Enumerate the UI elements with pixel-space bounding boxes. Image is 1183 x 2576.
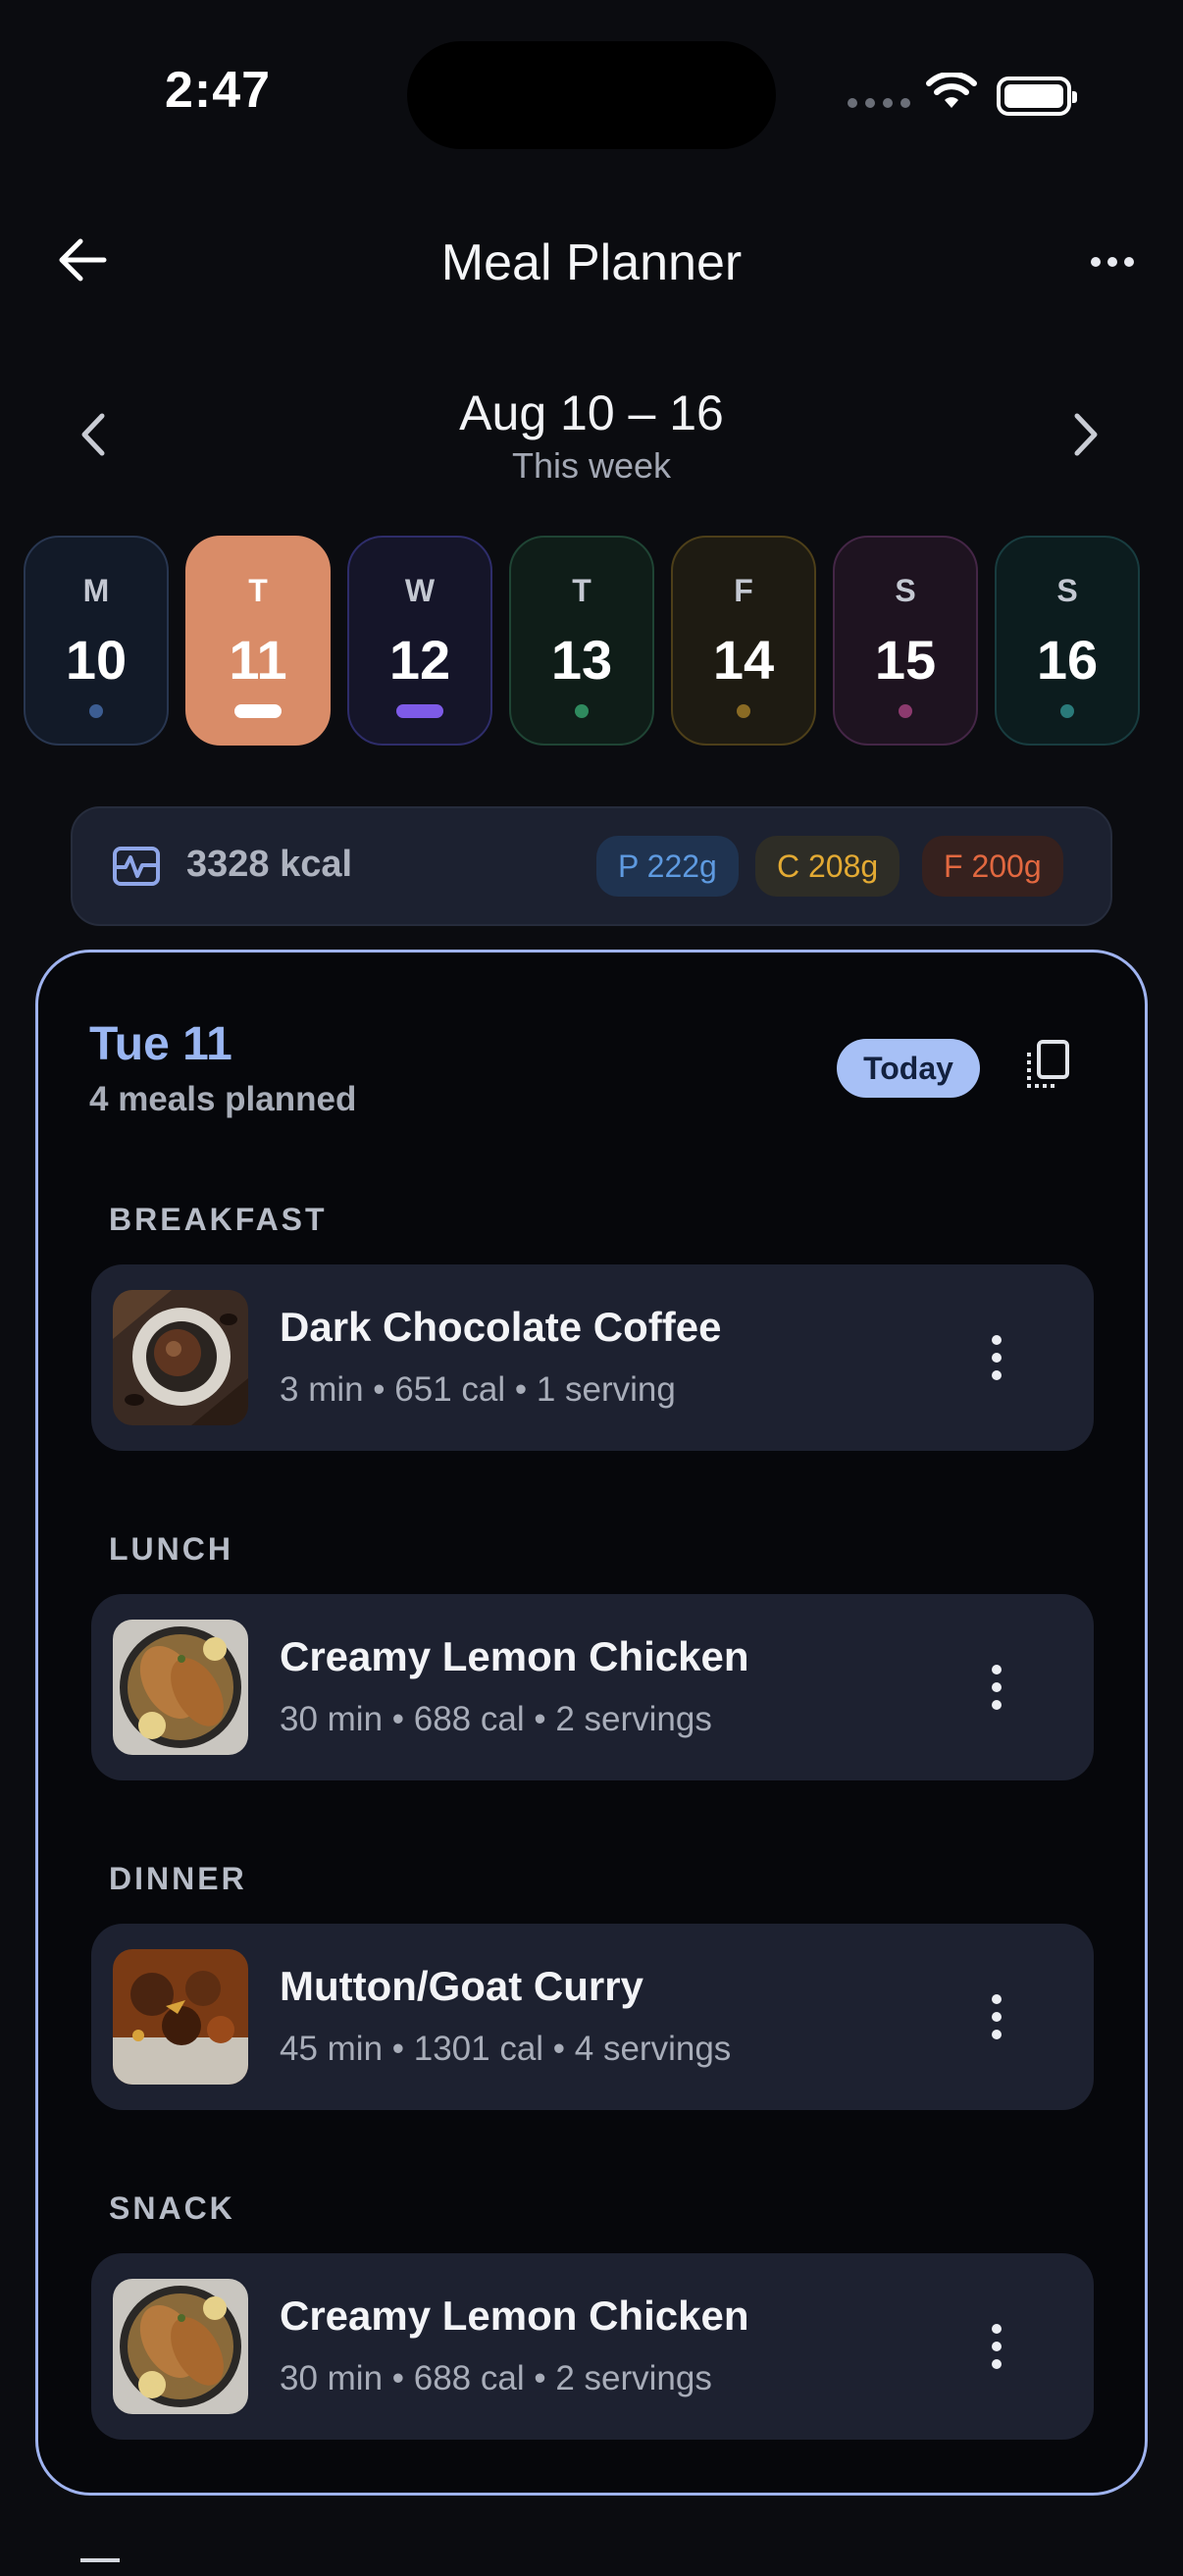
day-chip-sun[interactable]: S 16: [995, 536, 1140, 746]
day-chip-wed[interactable]: W 12: [347, 536, 492, 746]
nutrition-summary[interactable]: 3328 kcal P 222g C 208g F 200g: [71, 806, 1112, 926]
meal-options-kebab-icon[interactable]: [992, 1335, 1003, 1388]
day-number: 13: [550, 629, 613, 691]
section-label-snack: SNACK: [109, 2190, 235, 2226]
meal-thumbnail-goat-curry: [113, 1949, 248, 2085]
day-indicator-dot: [89, 704, 103, 718]
section-label-lunch: LUNCH: [109, 1531, 233, 1567]
day-indicator-dot: [737, 704, 750, 718]
day-number: 10: [65, 629, 128, 691]
copy-day-icon[interactable]: [1025, 1039, 1070, 1090]
day-chip-sat[interactable]: S 15: [833, 536, 978, 746]
day-letter: S: [1056, 573, 1078, 608]
meals-planned-count: 4 meals planned: [89, 1080, 357, 1118]
next-week-chevron-icon[interactable]: [1073, 412, 1099, 457]
meal-card-dinner[interactable]: Mutton/Goat Curry 45 min • 1301 cal • 4 …: [91, 1924, 1094, 2110]
meal-options-kebab-icon[interactable]: [992, 2324, 1003, 2377]
day-indicator-dot: [575, 704, 589, 718]
section-label-breakfast: BREAKFAST: [109, 1202, 328, 1237]
battery-icon: [997, 77, 1077, 116]
day-indicator-dot: [1060, 704, 1074, 718]
day-chip-mon[interactable]: M 10: [24, 536, 169, 746]
day-chip-fri[interactable]: F 14: [671, 536, 816, 746]
section-label-dinner: DINNER: [109, 1861, 247, 1896]
meal-card-snack[interactable]: Creamy Lemon Chicken 30 min • 688 cal • …: [91, 2253, 1094, 2440]
day-letter: M: [82, 573, 110, 608]
day-indicator-bar: [234, 704, 282, 718]
day-number: 11: [229, 629, 287, 691]
week-range: Aug 10 – 16: [459, 386, 724, 440]
carbs-badge: C 208g: [755, 836, 900, 897]
meal-meta: 45 min • 1301 cal • 4 servings: [280, 2030, 732, 2068]
day-meals-card: Tue 11 4 meals planned Today BREAKFAST D…: [35, 950, 1148, 2496]
today-badge: Today: [837, 1039, 980, 1098]
meal-thumbnail-lemon-chicken: [113, 1620, 248, 1755]
day-chip-tue[interactable]: T 11: [185, 536, 331, 746]
total-kcal: 3328 kcal: [186, 844, 353, 885]
dynamic-island: [407, 41, 776, 149]
meal-name: Mutton/Goat Curry: [280, 1963, 643, 2009]
day-chip-thu[interactable]: T 13: [509, 536, 654, 746]
day-indicator-dot: [899, 704, 912, 718]
meal-meta: 3 min • 651 cal • 1 serving: [280, 1370, 676, 1409]
day-letter: W: [404, 573, 436, 608]
day-number: 12: [388, 629, 451, 691]
week-subtitle: This week: [511, 445, 672, 486]
meal-thumbnail-lemon-chicken: [113, 2279, 248, 2414]
day-card-title: Tue 11: [89, 1018, 232, 1070]
day-letter: F: [734, 573, 753, 608]
meal-name: Creamy Lemon Chicken: [280, 1633, 749, 1679]
day-selector: M 10 T 11 W 12 T 13 F 14 S 15 S 16: [24, 536, 1159, 747]
meal-thumbnail-coffee: [113, 1290, 248, 1425]
day-letter: T: [248, 573, 268, 608]
meal-card-breakfast[interactable]: Dark Chocolate Coffee 3 min • 651 cal • …: [91, 1264, 1094, 1451]
list-icon: [80, 2558, 120, 2576]
meal-meta: 30 min • 688 cal • 2 servings: [280, 2359, 712, 2397]
meal-card-lunch[interactable]: Creamy Lemon Chicken 30 min • 688 cal • …: [91, 1594, 1094, 1780]
more-options-icon[interactable]: [1091, 257, 1134, 267]
meal-options-kebab-icon[interactable]: [992, 1665, 1003, 1718]
meal-name: Creamy Lemon Chicken: [280, 2293, 749, 2339]
status-time: 2:47: [165, 62, 272, 119]
day-number: 16: [1036, 629, 1099, 691]
fat-badge: F 200g: [922, 836, 1063, 897]
meal-meta: 30 min • 688 cal • 2 servings: [280, 1700, 712, 1738]
wifi-icon: [926, 73, 977, 108]
page-title: Meal Planner: [440, 234, 743, 291]
meal-name: Dark Chocolate Coffee: [280, 1304, 722, 1350]
day-letter: T: [572, 573, 592, 608]
cellular-signal-icon: [848, 98, 910, 108]
day-number: 15: [874, 629, 937, 691]
meal-options-kebab-icon[interactable]: [992, 1994, 1003, 2047]
day-number: 14: [712, 629, 775, 691]
day-indicator-bar: [396, 704, 443, 718]
day-letter: S: [895, 573, 916, 608]
protein-badge: P 222g: [596, 836, 739, 897]
activity-pulse-icon: [113, 847, 160, 886]
